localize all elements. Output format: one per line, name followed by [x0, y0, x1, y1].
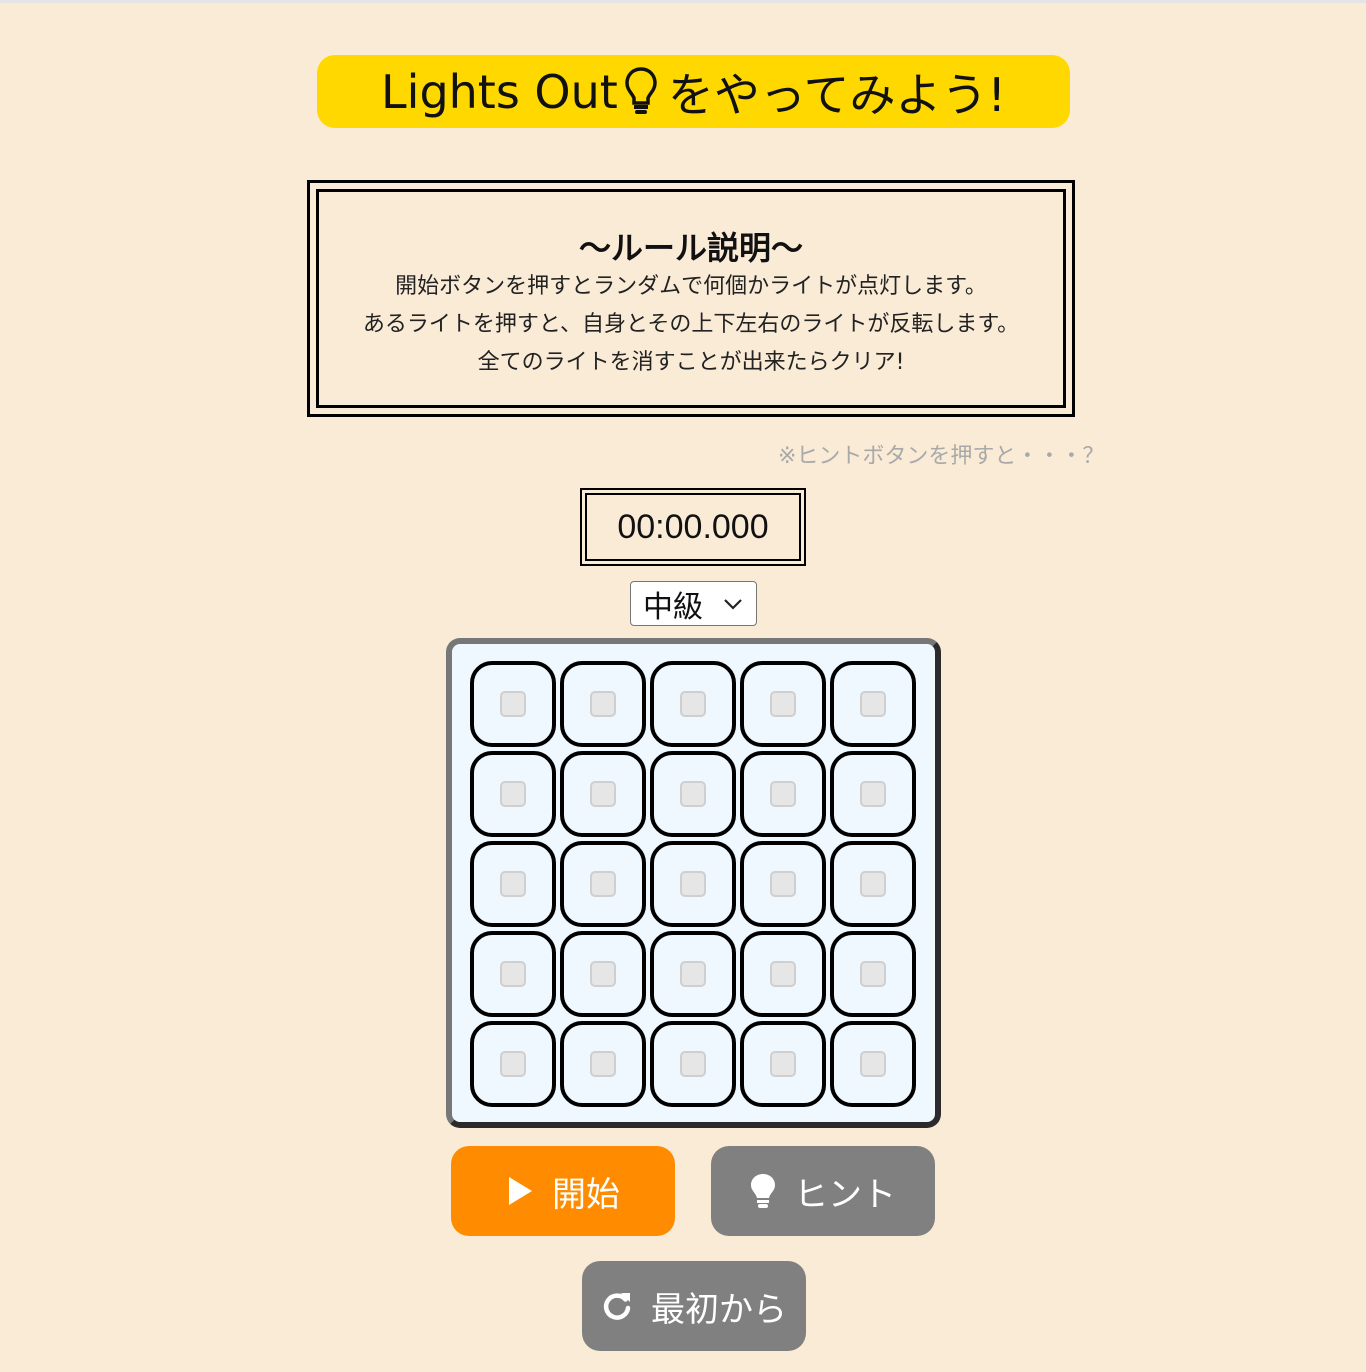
light-cell-r2-c3[interactable]: [650, 751, 736, 837]
light-indicator: [680, 1051, 706, 1077]
light-indicator: [680, 781, 706, 807]
rules-line-2: あるライトを押すと、自身とその上下左右のライトが反転します。: [362, 312, 1020, 337]
light-cell-r5-c4[interactable]: [740, 1021, 826, 1107]
reset-button-label: 最初から: [651, 1289, 787, 1330]
light-indicator: [860, 781, 886, 807]
light-cell-r2-c1[interactable]: [470, 751, 556, 837]
light-indicator: [590, 871, 616, 897]
light-indicator: [860, 961, 886, 987]
hint-button[interactable]: ヒント: [711, 1146, 935, 1236]
light-indicator: [680, 871, 706, 897]
rules-line-1: 開始ボタンを押すとランダムで何個かライトが点灯します。: [395, 274, 987, 299]
light-indicator: [770, 871, 796, 897]
rules-panel: ～ルール説明～ 開始ボタンを押すとランダムで何個かライトが点灯します。 あるライ…: [307, 180, 1075, 417]
light-indicator: [590, 1051, 616, 1077]
lightbulb-icon: [751, 1174, 775, 1208]
light-cell-r1-c4[interactable]: [740, 661, 826, 747]
start-button[interactable]: 開始: [451, 1146, 675, 1236]
start-button-label: 開始: [552, 1174, 620, 1215]
light-cell-r5-c1[interactable]: [470, 1021, 556, 1107]
lightbulb-outline-icon: [625, 66, 657, 114]
light-cell-r2-c4[interactable]: [740, 751, 826, 837]
light-cell-r3-c4[interactable]: [740, 841, 826, 927]
light-cell-r3-c5[interactable]: [830, 841, 916, 927]
light-cell-r1-c2[interactable]: [560, 661, 646, 747]
redo-icon: [603, 1293, 631, 1320]
rules-heading: ～ルール説明～: [578, 229, 803, 267]
light-indicator: [500, 871, 526, 897]
light-indicator: [500, 691, 526, 717]
page-title: Lights Out をやってみよう!: [317, 55, 1070, 128]
light-indicator: [590, 781, 616, 807]
light-cell-r5-c5[interactable]: [830, 1021, 916, 1107]
light-cell-r3-c3[interactable]: [650, 841, 736, 927]
rules-panel-inner: ～ルール説明～ 開始ボタンを押すとランダムで何個かライトが点灯します。 あるライ…: [316, 189, 1066, 408]
light-cell-r4-c1[interactable]: [470, 931, 556, 1017]
light-cell-r5-c3[interactable]: [650, 1021, 736, 1107]
title-prefix: Lights Out: [381, 64, 618, 119]
light-cell-r5-c2[interactable]: [560, 1021, 646, 1107]
light-board: [446, 638, 941, 1128]
level-select[interactable]: 中級: [630, 581, 757, 626]
light-indicator: [500, 781, 526, 807]
light-indicator: [860, 1051, 886, 1077]
light-indicator: [770, 781, 796, 807]
hint-button-label: ヒント: [794, 1174, 896, 1215]
light-indicator: [590, 961, 616, 987]
light-indicator: [680, 691, 706, 717]
light-indicator: [770, 961, 796, 987]
light-indicator: [500, 961, 526, 987]
light-indicator: [770, 691, 796, 717]
light-cell-r2-c5[interactable]: [830, 751, 916, 837]
timer-display: 00:00.000: [580, 488, 806, 566]
chevron-down-icon: [724, 599, 742, 610]
light-cell-r2-c2[interactable]: [560, 751, 646, 837]
light-indicator: [680, 961, 706, 987]
top-border: [0, 0, 1366, 3]
title-suffix: をやってみよう!: [667, 67, 1006, 122]
play-icon: [509, 1177, 532, 1205]
reset-button[interactable]: 最初から: [582, 1261, 806, 1351]
light-cell-r4-c4[interactable]: [740, 931, 826, 1017]
rules-line-3: 全てのライトを消すことが出来たらクリア!: [477, 350, 905, 375]
light-cell-r1-c1[interactable]: [470, 661, 556, 747]
hint-note: ※ヒントボタンを押すと・・・？: [778, 444, 1105, 469]
light-indicator: [500, 1051, 526, 1077]
level-selected-value: 中級: [643, 589, 703, 625]
light-indicator: [770, 1051, 796, 1077]
light-cell-r4-c5[interactable]: [830, 931, 916, 1017]
timer-value: 00:00.000: [585, 493, 801, 561]
light-indicator: [590, 691, 616, 717]
light-cell-r3-c1[interactable]: [470, 841, 556, 927]
light-indicator: [860, 691, 886, 717]
light-cell-r4-c3[interactable]: [650, 931, 736, 1017]
light-cell-r1-c3[interactable]: [650, 661, 736, 747]
light-indicator: [860, 871, 886, 897]
light-cell-r3-c2[interactable]: [560, 841, 646, 927]
light-cell-r1-c5[interactable]: [830, 661, 916, 747]
light-cell-r4-c2[interactable]: [560, 931, 646, 1017]
